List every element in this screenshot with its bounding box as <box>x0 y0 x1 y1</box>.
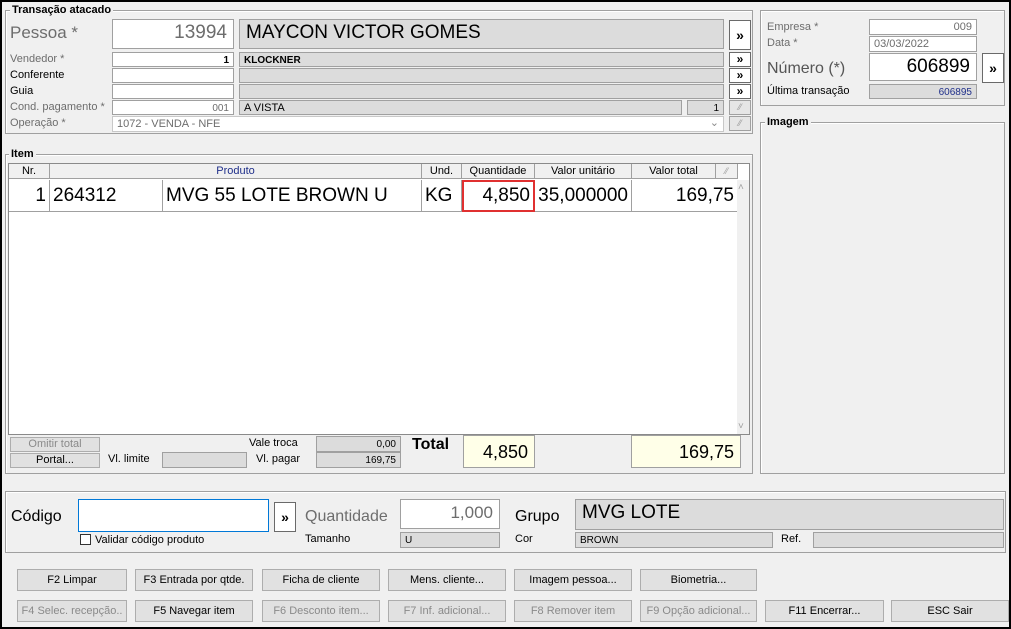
numero-label: Número (*) <box>767 60 846 77</box>
pessoa-code-field[interactable]: 13994 <box>112 19 234 49</box>
cond-pagamento-code-field[interactable]: 001 <box>112 100 234 115</box>
cell-quantidade[interactable]: 4,850 <box>462 180 535 212</box>
grupo-label: Grupo <box>515 508 560 525</box>
f8-remover-item-button[interactable]: F8 Remover item <box>514 600 632 622</box>
column-header-valor-total[interactable]: Valor total <box>632 164 716 179</box>
cell-und: KG <box>422 180 462 212</box>
vl-limite-label: Vl. limite <box>108 453 150 465</box>
operacao-select[interactable]: 1072 - VENDA - NFE ⌄ <box>112 116 724 132</box>
pessoa-name-field: MAYCON VICTOR GOMES <box>239 19 724 49</box>
f9-opcao-adicional-button[interactable]: F9 Opção adicional... <box>640 600 757 622</box>
operacao-selected-value: 1072 - VENDA - NFE <box>117 118 221 130</box>
ficha-cliente-button[interactable]: Ficha de cliente <box>262 569 380 591</box>
vendedor-search-button[interactable]: » <box>729 52 751 67</box>
guia-code-field[interactable] <box>112 84 234 99</box>
ultima-transacao-field: 606895 <box>869 84 977 99</box>
imagem-group <box>760 122 1005 474</box>
cell-valor-unitario: 35,000000 <box>535 180 632 212</box>
chevron-down-icon: ⌄ <box>709 117 719 129</box>
numero-search-button[interactable]: » <box>982 53 1004 83</box>
data-field[interactable]: 03/03/2022 <box>869 36 977 52</box>
total-valor-field: 169,75 <box>631 435 741 468</box>
biometria-button[interactable]: Biometria... <box>640 569 757 591</box>
vale-troca-label: Vale troca <box>249 437 298 449</box>
column-options-icon[interactable]: ⁄⁄ <box>716 164 738 179</box>
guia-label: Guia <box>10 85 34 97</box>
esc-sair-button[interactable]: ESC Sair <box>891 600 1009 622</box>
tamanho-label: Tamanho <box>305 533 351 545</box>
column-header-und[interactable]: Und. <box>422 164 462 179</box>
pessoa-search-button[interactable]: » <box>729 20 751 50</box>
column-header-quantidade[interactable]: Quantidade <box>462 164 535 179</box>
total-quantidade-field: 4,850 <box>463 435 535 468</box>
vendedor-code-field[interactable]: 1 <box>112 52 234 67</box>
guia-name-field <box>239 84 724 99</box>
ref-label: Ref. <box>781 533 802 545</box>
cor-field: BROWN <box>575 532 773 548</box>
quantidade-label: Quantidade <box>305 508 388 525</box>
vale-troca-field: 0,00 <box>316 436 401 452</box>
transaction-window: Transação atacado Pessoa * 13994 MAYCON … <box>0 0 1011 629</box>
codigo-label: Código <box>11 508 62 525</box>
cond-parcelas-field: 1 <box>687 100 724 115</box>
cell-nr: 1 <box>9 180 50 212</box>
transacao-group-title: Transação atacado <box>10 4 114 16</box>
ref-field <box>813 532 1004 548</box>
cell-valor-total: 169,75 <box>632 180 738 212</box>
codigo-input[interactable] <box>78 499 269 532</box>
conferente-name-field <box>239 68 724 83</box>
f2-limpar-button[interactable]: F2 Limpar <box>17 569 127 591</box>
column-header-nr[interactable]: Nr. <box>9 164 50 179</box>
total-label: Total <box>412 436 450 453</box>
quantidade-input[interactable]: 1,000 <box>400 499 500 529</box>
imagem-group-title: Imagem <box>765 116 811 128</box>
cond-pagamento-name-field: A VISTA <box>239 100 682 115</box>
scroll-down-icon[interactable]: ˅ <box>738 421 744 432</box>
conferente-search-button[interactable]: » <box>729 68 751 83</box>
data-label: Data * <box>767 37 798 49</box>
item-grid[interactable]: Nr. Produto Und. Quantidade Valor unitár… <box>8 163 750 435</box>
vl-limite-field <box>162 452 247 468</box>
validar-label[interactable]: Validar código produto <box>95 534 204 547</box>
f11-encerrar-button[interactable]: F11 Encerrar... <box>765 600 884 622</box>
scroll-up-icon[interactable]: ˄ <box>738 182 744 193</box>
conferente-label: Conferente <box>10 69 65 81</box>
cell-produto: MVG 55 LOTE BROWN U <box>163 180 422 212</box>
empresa-label: Empresa * <box>767 21 819 33</box>
column-header-valor-unitario[interactable]: Valor unitário <box>535 164 632 179</box>
cond-pagamento-label: Cond. pagamento * <box>10 101 105 113</box>
pessoa-label: Pessoa * <box>10 23 79 42</box>
item-group-title: Item <box>9 148 36 160</box>
validar-checkbox[interactable] <box>80 534 91 545</box>
tamanho-field: U <box>400 532 500 548</box>
vl-pagar-label: Vl. pagar <box>256 453 301 465</box>
f3-entrada-button[interactable]: F3 Entrada por qtde. <box>135 569 253 591</box>
omitir-total-button[interactable]: Omitir total <box>10 437 100 452</box>
imagem-pessoa-button[interactable]: Imagem pessoa... <box>514 569 632 591</box>
portal-button[interactable]: Portal... <box>10 453 100 468</box>
grupo-field: MVG LOTE <box>575 499 1004 530</box>
column-header-produto[interactable]: Produto <box>50 164 422 179</box>
vertical-scrollbar[interactable]: ˄ ˅ <box>737 180 749 434</box>
f5-navegar-item-button[interactable]: F5 Navegar item <box>135 600 253 622</box>
guia-search-button[interactable]: » <box>729 84 751 99</box>
vl-pagar-field: 169,75 <box>316 452 401 468</box>
f7-inf-adicional-button[interactable]: F7 Inf. adicional... <box>388 600 506 622</box>
mens-cliente-button[interactable]: Mens. cliente... <box>388 569 506 591</box>
ultima-transacao-label: Última transação <box>767 85 850 97</box>
conferente-code-field[interactable] <box>112 68 234 83</box>
cond-options-icon[interactable]: ⁄⁄ <box>729 100 751 115</box>
numero-field[interactable]: 606899 <box>869 53 977 81</box>
f6-desconto-item-button[interactable]: F6 Desconto item... <box>262 600 380 622</box>
operacao-label: Operação * <box>10 117 66 129</box>
f4-selec-recepcao-button[interactable]: F4 Selec. recepção.. <box>17 600 127 622</box>
codigo-search-button[interactable]: » <box>274 502 296 532</box>
cor-label: Cor <box>515 533 533 545</box>
vendedor-label: Vendedor * <box>10 53 65 65</box>
operacao-options-icon[interactable]: ⁄⁄ <box>729 116 751 131</box>
cell-codigo: 264312 <box>50 180 163 212</box>
empresa-field[interactable]: 009 <box>869 19 977 35</box>
vendedor-name-field: KLOCKNER <box>239 52 724 67</box>
